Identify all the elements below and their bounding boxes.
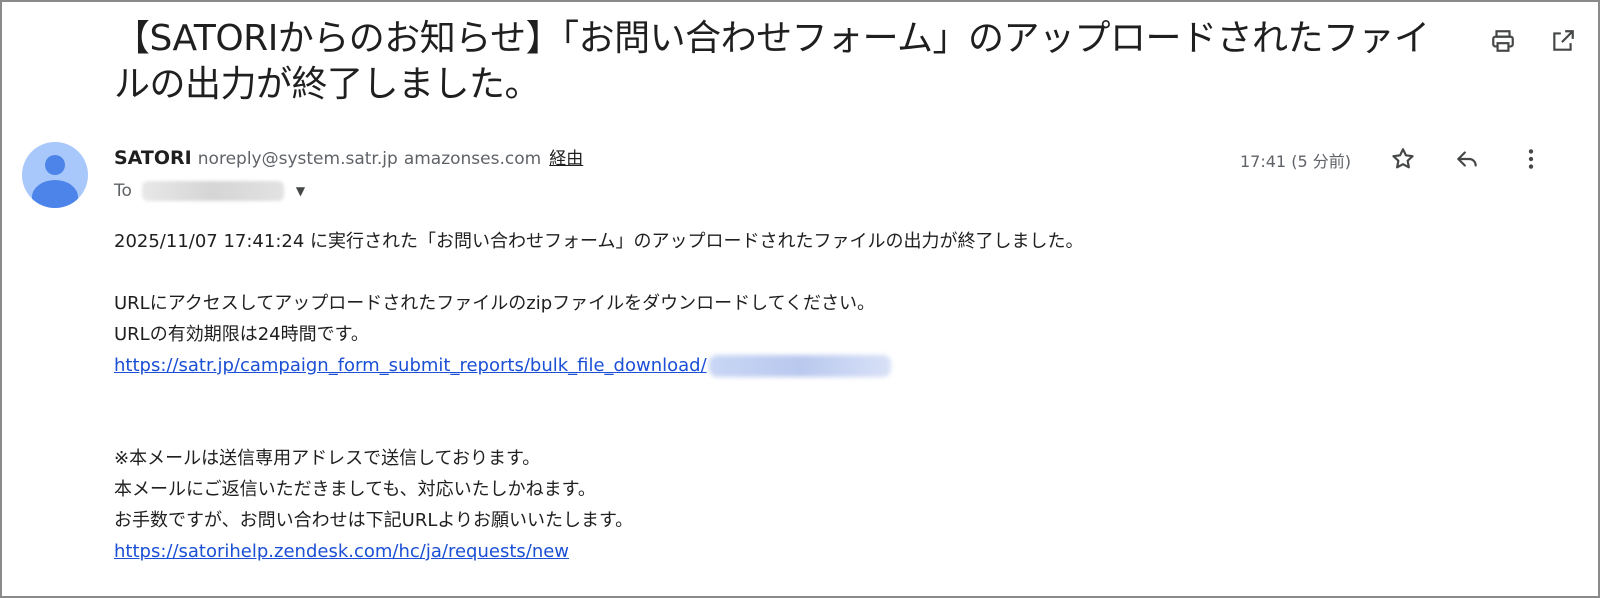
email-view: 【SATORIからのお知らせ】「お問い合わせフォーム」のアップロードされたファイ…	[0, 0, 1600, 598]
message-actions	[1386, 142, 1548, 176]
open-in-new-window-icon[interactable]	[1546, 24, 1580, 58]
received-time: 17:41 (5 分前)	[1240, 152, 1351, 171]
download-link[interactable]: https://satr.jp/campaign_form_submit_rep…	[114, 355, 707, 376]
recipient-line: To ▼	[114, 178, 305, 204]
sender-name[interactable]: SATORI	[114, 147, 192, 169]
via-link[interactable]: 経由	[549, 149, 583, 169]
sender-via-domain: amazonses.com	[403, 149, 542, 169]
body-line: ※本メールは送信専用アドレスで送信しております。	[114, 448, 541, 469]
sender-email: noreply@system.satr.jp	[197, 149, 398, 169]
body-line: URLにアクセスしてアップロードされたファイルのzipファイルをダウンロードして…	[114, 293, 876, 314]
subject-actions	[1486, 24, 1580, 58]
help-link[interactable]: https://satorihelp.zendesk.com/hc/ja/req…	[114, 541, 569, 562]
more-vertical-icon[interactable]	[1514, 142, 1548, 176]
to-label: To	[114, 181, 132, 201]
email-body: 2025/11/07 17:41:24 に実行された「お問い合わせフォーム」のア…	[114, 226, 1084, 567]
print-icon[interactable]	[1486, 24, 1520, 58]
reply-icon[interactable]	[1450, 142, 1484, 176]
body-line: 2025/11/07 17:41:24 に実行された「お問い合わせフォーム」のア…	[114, 231, 1084, 252]
sender-line: SATORI noreply@system.satr.jp amazonses.…	[114, 145, 583, 172]
body-line: お手数ですが、お問い合わせは下記URLよりお願いいたします。	[114, 510, 634, 531]
avatar-icon-body	[32, 180, 78, 208]
sender-avatar[interactable]	[22, 142, 88, 208]
chevron-down-icon[interactable]: ▼	[296, 178, 305, 204]
download-link-redacted	[708, 355, 891, 377]
body-line: 本メールにご返信いただきましても、対応いたしかねます。	[114, 479, 596, 500]
body-line: URLの有効期限は24時間です。	[114, 324, 369, 345]
star-icon[interactable]	[1386, 142, 1420, 176]
email-subject: 【SATORIからのお知らせ】「お問い合わせフォーム」のアップロードされたファイ…	[114, 18, 1430, 105]
recipient-redacted	[141, 181, 284, 201]
avatar-icon-head	[45, 155, 65, 175]
download-link-row: https://satr.jp/campaign_form_submit_rep…	[114, 350, 1084, 381]
